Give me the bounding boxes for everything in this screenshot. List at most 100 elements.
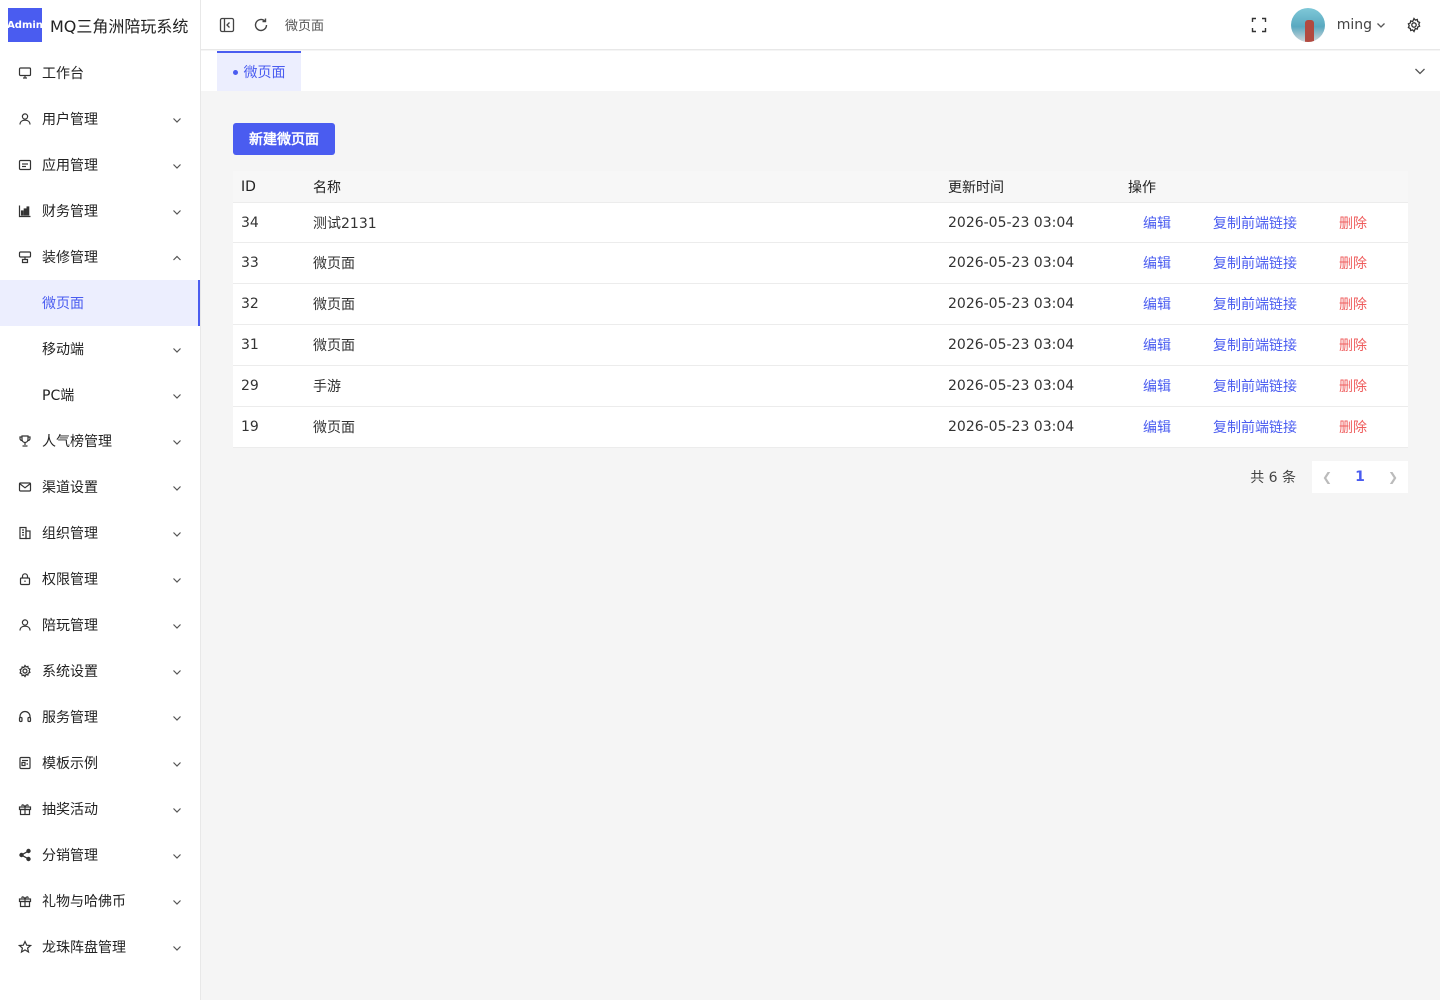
edit-link[interactable]: 编辑 <box>1143 253 1171 273</box>
delete-link[interactable]: 删除 <box>1339 335 1367 355</box>
delete-link[interactable]: 删除 <box>1339 376 1367 396</box>
sidebar-item-9[interactable]: 渠道设置 <box>0 464 200 510</box>
chart-icon <box>18 204 32 218</box>
sidebar-item-label: 财务管理 <box>42 204 98 220</box>
tabs-chevron-down-icon[interactable] <box>1414 65 1426 77</box>
new-micropage-button[interactable]: 新建微页面 <box>233 123 335 155</box>
app-icon <box>18 158 32 172</box>
chevron-down-icon <box>172 619 182 629</box>
sidebar-item-16[interactable]: 抽奖活动 <box>0 786 200 832</box>
cell-id: 29 <box>241 378 259 394</box>
trophy-icon <box>18 434 32 448</box>
sidebar-item-1[interactable]: 用户管理 <box>0 96 200 142</box>
sidebar-item-18[interactable]: 礼物与哈佛币 <box>0 878 200 924</box>
copy-link-button[interactable]: 复制前端链接 <box>1213 294 1297 314</box>
username[interactable]: ming <box>1337 17 1372 33</box>
sidebar-item-11[interactable]: 权限管理 <box>0 556 200 602</box>
table-row: 29 手游 2026-05-23 03:04 编辑 复制前端链接 删除 <box>233 366 1408 407</box>
tab-weiyemian[interactable]: 微页面 <box>217 51 301 91</box>
chevron-down-icon <box>172 389 182 399</box>
sidebar-item-6[interactable]: 移动端 <box>0 326 200 372</box>
edit-link[interactable]: 编辑 <box>1143 213 1171 233</box>
sidebar-item-8[interactable]: 人气榜管理 <box>0 418 200 464</box>
copy-link-button[interactable]: 复制前端链接 <box>1213 213 1297 233</box>
lock-icon <box>18 572 32 586</box>
refresh-icon[interactable] <box>251 15 271 35</box>
chevron-down-icon <box>172 159 182 169</box>
cell-name: 微页面 <box>313 420 355 436</box>
copy-link-button[interactable]: 复制前端链接 <box>1213 376 1297 396</box>
monitor-icon <box>18 66 32 80</box>
cell-name: 微页面 <box>313 338 355 354</box>
copy-link-button[interactable]: 复制前端链接 <box>1213 417 1297 437</box>
copy-link-button[interactable]: 复制前端链接 <box>1213 253 1297 273</box>
user-icon <box>18 112 32 126</box>
next-page-icon[interactable]: ❯ <box>1388 470 1398 484</box>
delete-link[interactable]: 删除 <box>1339 253 1367 273</box>
tabs-bar: 微页面 <box>201 51 1440 91</box>
star-icon <box>18 940 32 954</box>
page-number[interactable]: 1 <box>1355 469 1365 485</box>
cell-time: 2026-05-23 03:04 <box>948 337 1075 353</box>
building-icon <box>18 526 32 540</box>
cell-ops: 编辑 复制前端链接 删除 <box>1128 335 1408 355</box>
sidebar-item-label: 装修管理 <box>42 250 98 266</box>
sidebar-item-13[interactable]: 系统设置 <box>0 648 200 694</box>
sidebar-item-10[interactable]: 组织管理 <box>0 510 200 556</box>
user-chevron-down-icon[interactable] <box>1374 15 1388 35</box>
cell-time: 2026-05-23 03:04 <box>948 255 1075 271</box>
sidebar-item-4[interactable]: 装修管理 <box>0 234 200 280</box>
sidebar-item-19[interactable]: 龙珠阵盘管理 <box>0 924 200 970</box>
copy-link-button[interactable]: 复制前端链接 <box>1213 335 1297 355</box>
sidebar-item-label: 龙珠阵盘管理 <box>42 940 126 956</box>
sidebar-item-15[interactable]: 模板示例 <box>0 740 200 786</box>
logo[interactable]: Admin MQ三角洲陪玩系统 <box>0 0 200 50</box>
avatar[interactable] <box>1290 8 1325 42</box>
main-content: 新建微页面 ID 名称 更新时间 操作 34 测试2131 2026-05-23 0… <box>201 91 1440 1000</box>
edit-link[interactable]: 编辑 <box>1143 376 1171 396</box>
sidebar-item-label: 服务管理 <box>42 710 98 726</box>
sidebar-item-label: 抽奖活动 <box>42 802 98 818</box>
sidebar-item-0[interactable]: 工作台 <box>0 50 200 96</box>
chevron-down-icon <box>172 343 182 353</box>
sidebar-item-17[interactable]: 分销管理 <box>0 832 200 878</box>
chevron-down-icon <box>172 941 182 951</box>
col-name: 名称 <box>313 179 341 196</box>
top-header: 微页面 ming <box>201 0 1440 50</box>
settings-gear-icon[interactable] <box>1404 15 1424 35</box>
pagination-total: 共 6 条 <box>1250 470 1296 486</box>
edit-link[interactable]: 编辑 <box>1143 335 1171 355</box>
sidebar-item-5[interactable]: 微页面 <box>0 280 200 326</box>
sidebar-item-2[interactable]: 应用管理 <box>0 142 200 188</box>
sidebar-item-label: 陪玩管理 <box>42 618 98 634</box>
cell-ops: 编辑 复制前端链接 删除 <box>1128 253 1408 273</box>
sidebar-item-label: 工作台 <box>42 66 84 82</box>
gift-icon <box>18 894 32 908</box>
prev-page-icon[interactable]: ❮ <box>1322 470 1332 484</box>
chevron-down-icon <box>172 757 182 767</box>
chevron-down-icon <box>172 711 182 721</box>
sidebar-item-label: 组织管理 <box>42 526 98 542</box>
edit-link[interactable]: 编辑 <box>1143 294 1171 314</box>
header-right: ming <box>1249 0 1424 50</box>
share-icon <box>18 848 32 862</box>
chevron-down-icon <box>172 573 182 583</box>
cell-id: 31 <box>241 337 259 353</box>
table-row: 31 微页面 2026-05-23 03:04 编辑 复制前端链接 删除 <box>233 325 1408 366</box>
edit-link[interactable]: 编辑 <box>1143 417 1171 437</box>
sidebar-item-3[interactable]: 财务管理 <box>0 188 200 234</box>
sidebar-item-label: 系统设置 <box>42 664 98 680</box>
cell-name: 微页面 <box>313 297 355 313</box>
delete-link[interactable]: 删除 <box>1339 417 1367 437</box>
sidebar-item-14[interactable]: 服务管理 <box>0 694 200 740</box>
sidebar-item-12[interactable]: 陪玩管理 <box>0 602 200 648</box>
sidebar-item-7[interactable]: PC端 <box>0 372 200 418</box>
fullscreen-icon[interactable] <box>1249 15 1269 35</box>
delete-link[interactable]: 删除 <box>1339 213 1367 233</box>
delete-link[interactable]: 删除 <box>1339 294 1367 314</box>
cell-id: 33 <box>241 255 259 271</box>
cell-name: 微页面 <box>313 256 355 272</box>
collapse-sidebar-icon[interactable] <box>217 15 237 35</box>
chevron-down-icon <box>172 803 182 813</box>
sidebar-menu: 工作台用户管理 应用管理财务管理装修管理微页面 移动端 PC端 人气榜管理 渠道设置组织管… <box>0 50 200 970</box>
